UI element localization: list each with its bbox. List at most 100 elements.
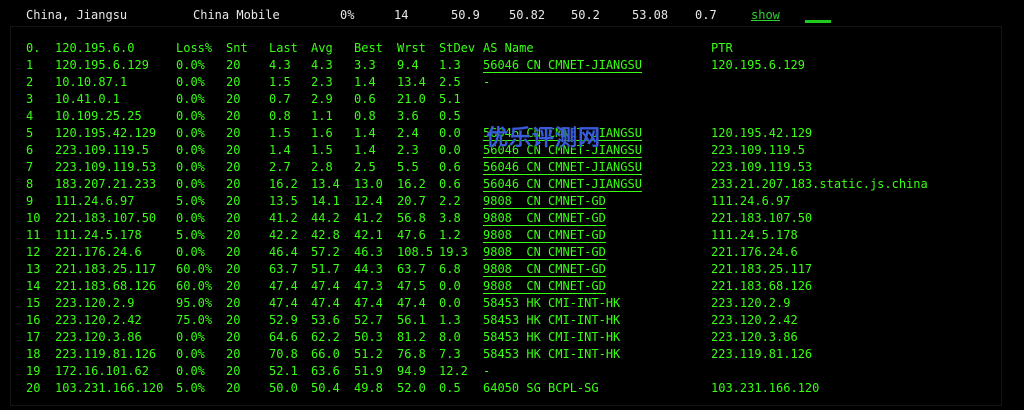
hop-sent: 20 <box>226 381 241 395</box>
hop-worst: 9.4 <box>397 58 419 72</box>
hop-ip: 10.41.0.1 <box>55 92 121 106</box>
hop-sent: 20 <box>226 109 241 123</box>
hop-ip: 223.109.119.53 <box>55 160 157 174</box>
hop-ip: 10.109.25.25 <box>55 109 142 123</box>
hop-ip: 223.119.81.126 <box>55 347 157 361</box>
hop-sent: 20 <box>226 143 241 157</box>
hop-last: 47.4 <box>269 296 298 310</box>
hop-as-name: 58453 HK CMI-INT-HK <box>483 296 621 310</box>
hop-last: 2.7 <box>269 160 291 174</box>
hop-last: 41.2 <box>269 211 298 225</box>
table-row: 11 111.24.5.178 5.0% 20 42.2 42.8 42.1 47.6 1.2 9… <box>11 226 1001 243</box>
table-row: 13 221.183.25.117 60.0% 20 63.7 51.7 44.3 63.7 6… <box>11 260 1001 277</box>
hop-avg: 4.3 <box>311 58 333 72</box>
table-row: 3 10.41.0.1 0.0% 20 0.7 2.9 0.6 21.0 5.1 <box>11 90 1001 107</box>
hop-sent: 20 <box>226 262 241 276</box>
hop-number: 10 <box>26 211 41 225</box>
hop-worst: 5.5 <box>397 160 419 174</box>
hop-avg: 53.6 <box>311 313 340 327</box>
hop-number: 18 <box>26 347 41 361</box>
hop-loss: 0.0% <box>176 58 205 72</box>
hop-ip: 120.195.42.129 <box>55 126 157 140</box>
hop-avg: 13.4 <box>311 177 340 191</box>
hop-as-name: 56046 CN CMNET-JIANGSU <box>483 160 642 175</box>
hop-last: 1.4 <box>269 143 291 157</box>
hop-loss: 0.0% <box>176 177 205 191</box>
hop-sent: 20 <box>226 279 241 293</box>
hop-best: 0.6 <box>354 92 376 106</box>
hop-last: 52.9 <box>269 313 298 327</box>
hop-ptr: 223.120.3.86 <box>711 330 798 344</box>
table-row: 20 103.231.166.120 5.0% 20 50.0 50.4 49.8 52.0 0… <box>11 379 1001 396</box>
hop-loss: 5.0% <box>176 228 205 242</box>
hop-ip: 221.183.107.50 <box>55 211 157 225</box>
hop-stdev: 12.2 <box>439 364 468 378</box>
hop-as-name: 9808 CN CMNET-GD <box>483 279 606 294</box>
table-row: 10 221.183.107.50 0.0% 20 41.2 44.2 41.2 56.8 3.… <box>11 209 1001 226</box>
hop-ptr: 223.109.119.53 <box>711 160 813 174</box>
hop-as-name: 58453 HK CMI-INT-HK <box>483 313 621 327</box>
hop-best: 3.3 <box>354 58 376 72</box>
hop-avg: 14.1 <box>311 194 340 208</box>
hop-avg: 62.2 <box>311 330 340 344</box>
hop-sent: 20 <box>226 194 241 208</box>
watermark: 优乐评测网 <box>486 126 602 151</box>
hop-loss: 0.0% <box>176 330 205 344</box>
hop-ptr: 120.195.6.129 <box>711 58 805 72</box>
hop-sent: 20 <box>226 92 241 106</box>
hop-avg: 1.6 <box>311 126 333 140</box>
hop-last: 64.6 <box>269 330 298 344</box>
hop-number: 4 <box>26 109 34 123</box>
hop-worst: 56.1 <box>397 313 426 327</box>
hop-worst: 108.5 <box>397 245 434 259</box>
hop-avg: 47.4 <box>311 296 340 310</box>
table-row: 14 221.183.68.126 60.0% 20 47.4 47.4 47.3 47.5 0… <box>11 277 1001 294</box>
hop-ip: 221.183.25.117 <box>55 262 157 276</box>
table-row: 9 111.24.6.97 5.0% 20 13.5 14.1 12.4 20.7 2.2 980… <box>11 192 1001 209</box>
hop-worst: 56.8 <box>397 211 426 225</box>
hop-sent: 20 <box>226 126 241 140</box>
hop-as-name: 58453 HK CMI-INT-HK <box>483 347 621 361</box>
hop-worst: 81.2 <box>397 330 426 344</box>
hop-avg: 51.7 <box>311 262 340 276</box>
table-row: 17 223.120.3.86 0.0% 20 64.6 62.2 50.3 81.2 8.0 5… <box>11 328 1001 345</box>
hop-loss: 0.0% <box>176 211 205 225</box>
hop-ptr: 223.120.2.42 <box>711 313 798 327</box>
summary-loss: 0% <box>340 8 355 22</box>
show-link[interactable]: show <box>751 8 780 22</box>
hop-worst: 2.4 <box>397 126 419 140</box>
table-row: 16 223.120.2.42 75.0% 20 52.9 53.6 52.7 56.1 1.3… <box>11 311 1001 328</box>
hop-loss: 0.0% <box>176 364 205 378</box>
hop-sent: 20 <box>226 330 241 344</box>
hop-number: 6 <box>26 143 34 157</box>
hop-stdev: 1.3 <box>439 58 461 72</box>
hop-best: 13.0 <box>354 177 383 191</box>
hop-as-name: 56046 CN CMNET-JIANGSU <box>483 58 642 73</box>
hop-best: 42.1 <box>354 228 383 242</box>
hop-worst: 76.8 <box>397 347 426 361</box>
hop-loss: 0.0% <box>176 245 205 259</box>
hop-sent: 20 <box>226 75 241 89</box>
header-best: Best <box>354 41 383 55</box>
hop-number: 2 <box>26 75 34 89</box>
hop-best: 2.5 <box>354 160 376 174</box>
hop-stdev: 0.0 <box>439 143 461 157</box>
hop-number: 13 <box>26 262 41 276</box>
hop-worst: 47.4 <box>397 296 426 310</box>
hop-ip: 111.24.5.178 <box>55 228 142 242</box>
summary-last: 50.9 <box>451 8 480 22</box>
hop-avg: 63.6 <box>311 364 340 378</box>
hop-loss: 5.0% <box>176 381 205 395</box>
hop-stdev: 0.0 <box>439 126 461 140</box>
hop-stdev: 3.8 <box>439 211 461 225</box>
hop-sent: 20 <box>226 347 241 361</box>
hop-number: 16 <box>26 313 41 327</box>
hop-ptr: 221.183.25.117 <box>711 262 813 276</box>
hop-last: 13.5 <box>269 194 298 208</box>
hop-as-name: 9808 CN CMNET-GD <box>483 228 606 243</box>
hop-ip: 120.195.6.129 <box>55 58 149 72</box>
hop-best: 49.8 <box>354 381 383 395</box>
hop-as-name: 9808 CN CMNET-GD <box>483 245 606 260</box>
hop-best: 12.4 <box>354 194 383 208</box>
hop-stdev: 0.6 <box>439 160 461 174</box>
